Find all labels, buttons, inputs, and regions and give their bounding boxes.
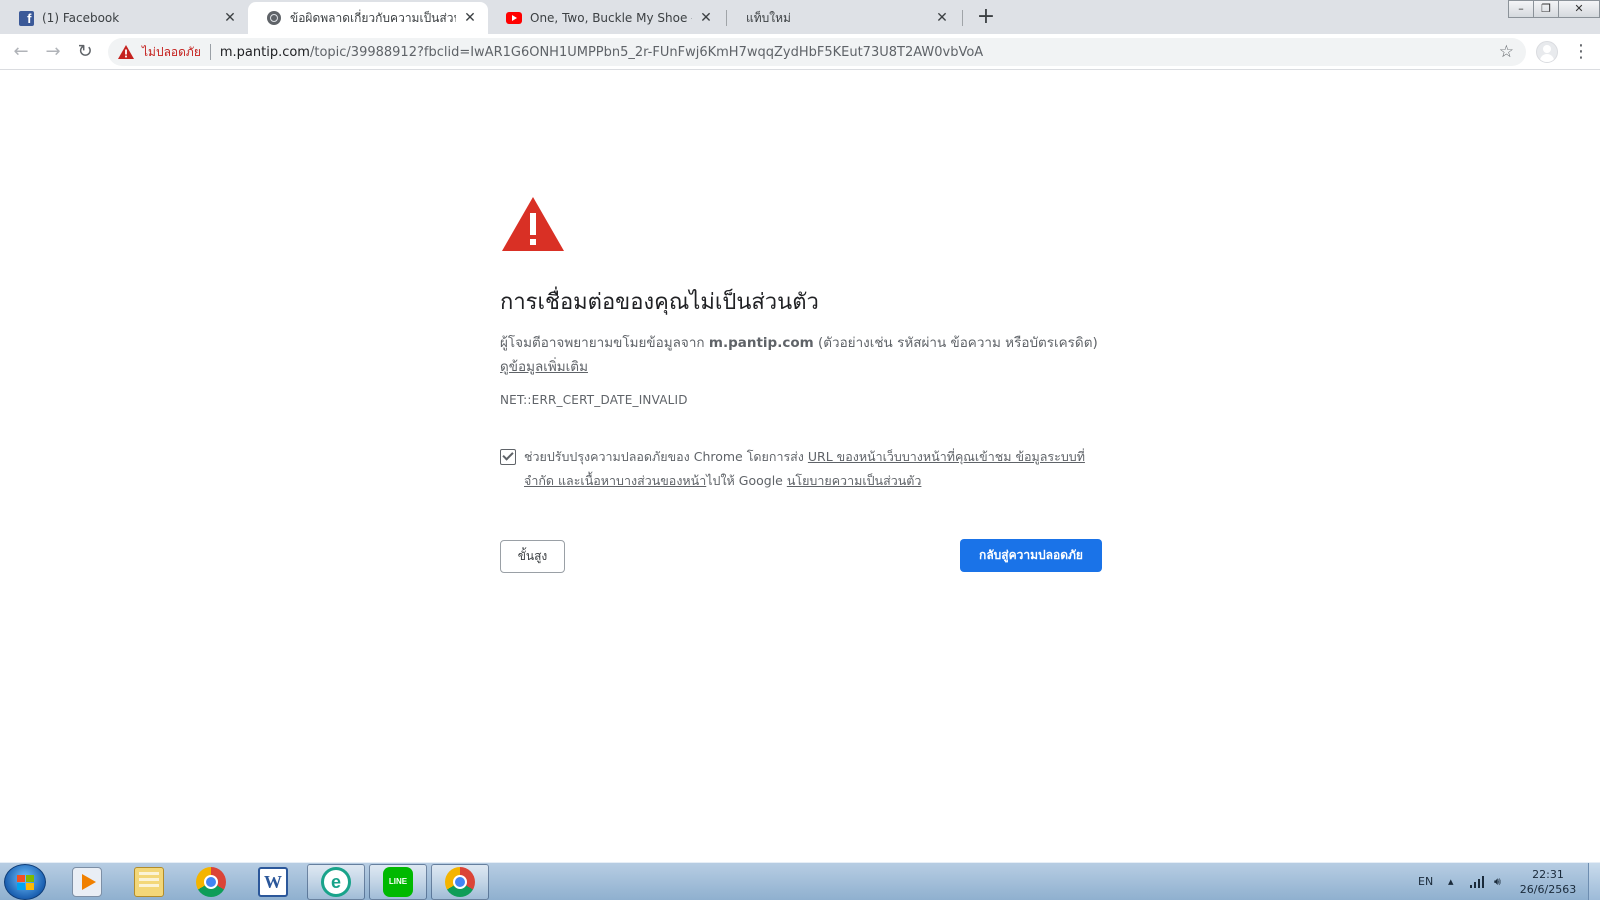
tab-strip: f (1) Facebook ✕ ข้อผิดพลาดเกี่ยวกับความ… bbox=[0, 0, 1600, 34]
warning-triangle-icon[interactable] bbox=[118, 45, 134, 59]
privacy-policy-link[interactable]: นโยบายความเป็นส่วนตัว bbox=[787, 473, 922, 488]
tab-title: แท็บใหม่ bbox=[746, 10, 791, 25]
clock-time: 22:31 bbox=[1532, 868, 1564, 881]
tab-separator bbox=[962, 10, 963, 26]
taskbar-eset[interactable]: e bbox=[307, 864, 365, 900]
description-text: ผู้โจมตีอาจพยายามขโมยข้อมูลจาก bbox=[500, 335, 709, 351]
taskbar-chrome-active[interactable] bbox=[431, 864, 489, 900]
description-text: (ตัวอย่างเช่น รหัสผ่าน ข้อความ หรือบัตรเ… bbox=[813, 335, 1098, 351]
error-description: ผู้โจมตีอาจพยายามขโมยข้อมูลจาก m.pantip.… bbox=[500, 331, 1102, 379]
volume-icon[interactable]: 🔊︎ bbox=[1494, 863, 1501, 900]
tab-title: (1) Facebook bbox=[42, 11, 120, 25]
taskbar-word[interactable]: W bbox=[244, 864, 302, 900]
language-indicator[interactable]: EN bbox=[1418, 863, 1433, 900]
reload-icon[interactable]: ↻ bbox=[73, 40, 97, 64]
back-arrow-icon[interactable]: ← bbox=[9, 40, 33, 64]
line-icon: LINE bbox=[383, 867, 413, 897]
tab-close-icon[interactable]: ✕ bbox=[934, 10, 950, 26]
file-explorer-icon bbox=[134, 867, 164, 897]
optin-label: ช่วยปรับปรุงความปลอดภัยของ Chrome โดยการ… bbox=[524, 449, 808, 464]
tab-close-icon[interactable]: ✕ bbox=[462, 10, 478, 26]
word-icon: W bbox=[258, 867, 288, 897]
new-tab-button[interactable]: + bbox=[974, 6, 998, 30]
advanced-button[interactable]: ขั้นสูง bbox=[500, 540, 565, 573]
taskbar-media-player[interactable] bbox=[58, 864, 116, 900]
start-button[interactable] bbox=[4, 864, 46, 900]
clock-date: 26/6/2563 bbox=[1519, 883, 1577, 896]
profile-avatar-icon[interactable] bbox=[1536, 41, 1558, 63]
eset-icon: e bbox=[321, 867, 351, 897]
chrome-icon bbox=[445, 867, 475, 897]
optin-checkbox[interactable] bbox=[500, 449, 516, 465]
not-secure-label[interactable]: ไม่ปลอดภัย bbox=[142, 43, 201, 62]
taskbar-file-explorer[interactable] bbox=[120, 864, 178, 900]
taskbar-chrome[interactable] bbox=[182, 864, 240, 900]
address-bar[interactable]: ไม่ปลอดภัย m.pantip.com/topic/39988912?f… bbox=[108, 38, 1526, 66]
restore-button[interactable]: ❐ bbox=[1533, 0, 1559, 18]
url-path: /topic/39988912?fbclid=IwAR1G6ONH1UMPPbn… bbox=[309, 44, 984, 60]
show-desktop-button[interactable] bbox=[1588, 863, 1600, 900]
learn-more-link[interactable]: ดูข้อมูลเพิ่มเติม bbox=[500, 359, 588, 375]
button-row: ขั้นสูง กลับสู่ความปลอดภัย bbox=[500, 539, 1102, 573]
youtube-icon bbox=[506, 10, 522, 26]
media-player-icon bbox=[72, 867, 102, 897]
windows-taskbar: W e LINE EN ▴ 🔊︎ 22:31 26/6/2563 bbox=[0, 862, 1600, 900]
tab-separator bbox=[726, 10, 727, 26]
tab-title: One, Two, Buckle My Shoe - The bbox=[530, 11, 692, 25]
forward-arrow-icon[interactable]: → bbox=[41, 40, 65, 64]
tab-title: ข้อผิดพลาดเกี่ยวกับความเป็นส่วนตัว bbox=[290, 10, 456, 25]
omnibox-divider bbox=[209, 44, 211, 60]
menu-kebab-icon[interactable]: ⋮ bbox=[1572, 40, 1590, 64]
back-to-safety-button[interactable]: กลับสู่ความปลอดภัย bbox=[960, 539, 1102, 572]
taskbar-clock[interactable]: 22:31 26/6/2563 bbox=[1516, 867, 1580, 897]
page-title: การเชื่อมต่อของคุณไม่เป็นส่วนตัว bbox=[500, 290, 819, 315]
tab-youtube[interactable]: One, Two, Buckle My Shoe - The ✕ bbox=[488, 2, 724, 34]
url-host: m.pantip.com bbox=[219, 44, 310, 60]
tab-close-icon[interactable]: ✕ bbox=[222, 10, 238, 26]
minimize-button[interactable]: – bbox=[1508, 0, 1534, 18]
chrome-icon bbox=[196, 867, 226, 897]
bookmark-star-icon[interactable]: ☆ bbox=[1499, 42, 1514, 62]
error-code: NET::ERR_CERT_DATE_INVALID bbox=[500, 393, 688, 407]
facebook-icon: f bbox=[18, 10, 34, 26]
tab-new-tab[interactable]: แท็บใหม่ ✕ bbox=[728, 2, 960, 34]
optin-text: ช่วยปรับปรุงความปลอดภัยของ Chrome โดยการ… bbox=[524, 445, 1102, 493]
tab-close-icon[interactable]: ✕ bbox=[698, 10, 714, 26]
url-text[interactable]: m.pantip.com/topic/39988912?fbclid=IwAR1… bbox=[220, 45, 983, 60]
optin-label: ไปให้ Google bbox=[706, 473, 787, 488]
close-window-button[interactable]: ✕ bbox=[1558, 0, 1600, 18]
tab-privacy-error[interactable]: ข้อผิดพลาดเกี่ยวกับความเป็นส่วนตัว ✕ bbox=[248, 2, 488, 34]
globe-icon bbox=[266, 10, 282, 26]
site-host: m.pantip.com bbox=[708, 335, 814, 351]
safe-browsing-optin: ช่วยปรับปรุงความปลอดภัยของ Chrome โดยการ… bbox=[500, 445, 1102, 493]
show-hidden-icons-icon[interactable]: ▴ bbox=[1448, 863, 1454, 900]
warning-triangle-icon bbox=[500, 195, 566, 253]
privacy-error-page: การเชื่อมต่อของคุณไม่เป็นส่วนตัว ผู้โจมต… bbox=[500, 195, 1102, 573]
tab-facebook[interactable]: f (1) Facebook ✕ bbox=[0, 2, 248, 34]
network-signal-icon[interactable] bbox=[1470, 863, 1486, 900]
taskbar-line[interactable]: LINE bbox=[369, 864, 427, 900]
browser-toolbar: ← → ↻ ไม่ปลอดภัย m.pantip.com/topic/3998… bbox=[0, 34, 1600, 70]
